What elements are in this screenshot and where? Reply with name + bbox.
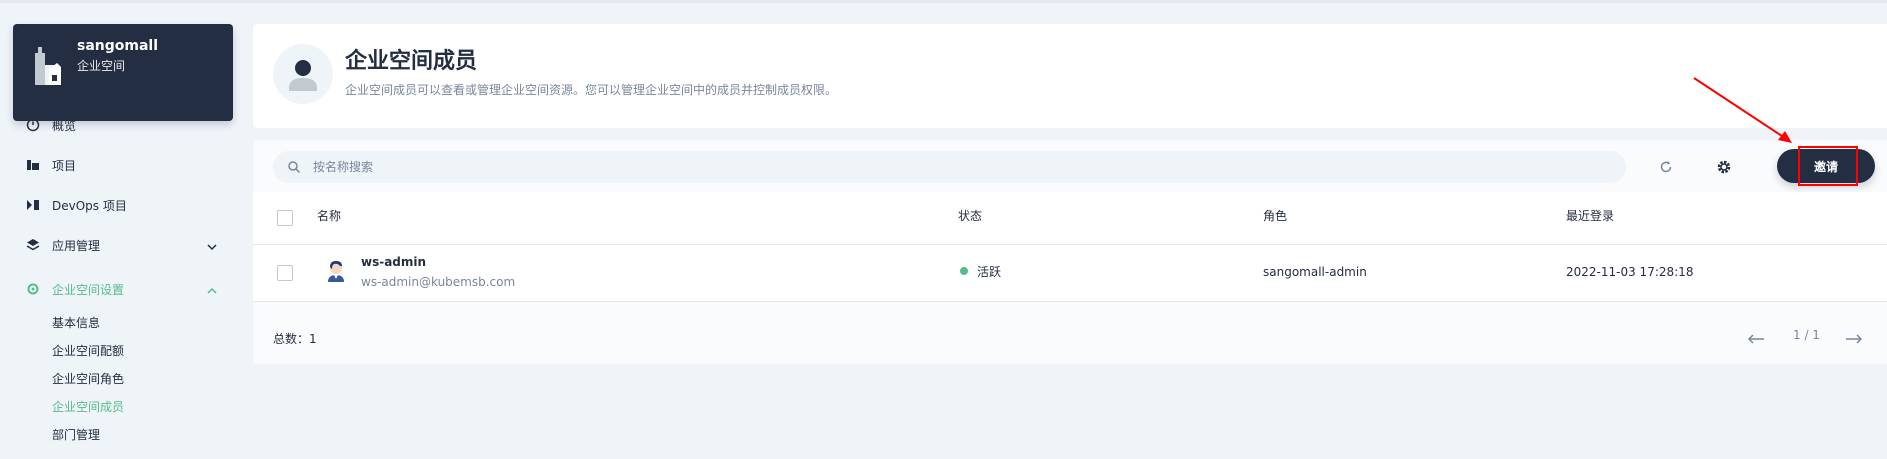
layers-icon	[26, 239, 40, 251]
total-count: 总数：1	[273, 332, 317, 346]
user-avatar-icon	[328, 261, 344, 282]
search-icon	[288, 161, 301, 174]
column-header-role[interactable]: 角色	[1263, 206, 1287, 226]
status-active-dot	[960, 267, 968, 275]
members-avatar-icon	[273, 44, 333, 104]
project-icon	[27, 160, 39, 170]
gear-icon	[1717, 160, 1731, 174]
sidebar-item-label: 概览	[52, 118, 77, 133]
workspace-subtitle: 企业空间	[77, 59, 126, 73]
page-title: 企业空间成员	[345, 49, 478, 74]
member-role: sangomall-admin	[1263, 265, 1367, 279]
sidebar-subitem-quota[interactable]: 企业空间配额	[52, 341, 124, 361]
arrow-left-icon[interactable]	[1747, 334, 1765, 344]
member-status: 活跃	[977, 265, 1002, 279]
page-header: 企业空间成员 企业空间成员可以查看或管理企业空间资源。您可以管理企业空间中的成员…	[253, 24, 1887, 128]
sidebar-item-app-management[interactable]: 应用管理	[26, 233, 100, 257]
gear-icon	[27, 283, 39, 295]
settings-button[interactable]	[1711, 154, 1737, 180]
refresh-button[interactable]	[1653, 154, 1679, 180]
invite-button[interactable]: 邀请	[1777, 149, 1875, 183]
chevron-up-icon[interactable]	[207, 286, 217, 296]
column-header-name[interactable]: 名称	[317, 206, 341, 226]
workspace-card[interactable]: sangomall 企业空间	[13, 24, 233, 121]
search-input[interactable]	[313, 160, 1513, 174]
members-table: 名称 状态 角色 最近登录 ws-admin ws-admin@kubemsb.…	[253, 192, 1887, 302]
sidebar-item-label: 应用管理	[52, 238, 101, 253]
toolbar: 邀请	[253, 140, 1887, 192]
member-email: ws-admin@kubemsb.com	[361, 275, 516, 289]
sidebar-subitem-departments[interactable]: 部门管理	[52, 425, 100, 445]
page-description: 企业空间成员可以查看或管理企业空间资源。您可以管理企业空间中的成员并控制成员权限…	[345, 83, 838, 97]
table-footer: 总数：1 1 / 1	[253, 302, 1887, 364]
sidebar-item-workspace-settings[interactable]: 企业空间设置	[26, 277, 124, 301]
column-header-status[interactable]: 状态	[958, 206, 982, 226]
sidebar-subitem-members[interactable]: 企业空间成员	[52, 397, 124, 417]
workspace-building-icon	[35, 47, 61, 85]
row-divider	[253, 244, 1887, 245]
search-bar[interactable]	[273, 151, 1626, 183]
sidebar-item-label: 企业空间设置	[52, 282, 125, 297]
sidebar-subitem-basic-info[interactable]: 基本信息	[52, 313, 100, 333]
top-border	[0, 0, 1887, 3]
member-name[interactable]: ws-admin	[361, 252, 426, 272]
member-last-login: 2022-11-03 17:28:18	[1566, 265, 1694, 279]
row-checkbox[interactable]	[277, 265, 293, 281]
devops-icon	[27, 200, 39, 210]
sidebar-item-label: DevOps 项目	[52, 198, 127, 213]
sidebar-item-devops[interactable]: DevOps 项目	[26, 193, 127, 217]
dashboard-icon	[26, 118, 40, 132]
sidebar-item-projects[interactable]: 项目	[26, 153, 76, 177]
page-indicator: 1 / 1	[1793, 328, 1820, 342]
workspace-name: sangomall	[77, 38, 159, 54]
select-all-checkbox[interactable]	[277, 210, 293, 226]
column-header-last-login[interactable]: 最近登录	[1566, 206, 1614, 226]
arrow-right-icon[interactable]	[1845, 334, 1863, 344]
refresh-icon	[1660, 161, 1672, 173]
chevron-down-icon[interactable]	[207, 242, 217, 252]
sidebar-item-label: 项目	[52, 158, 77, 173]
sidebar-subitem-roles[interactable]: 企业空间角色	[52, 369, 124, 389]
sidebar-item-overview[interactable]: 概览	[26, 113, 76, 137]
